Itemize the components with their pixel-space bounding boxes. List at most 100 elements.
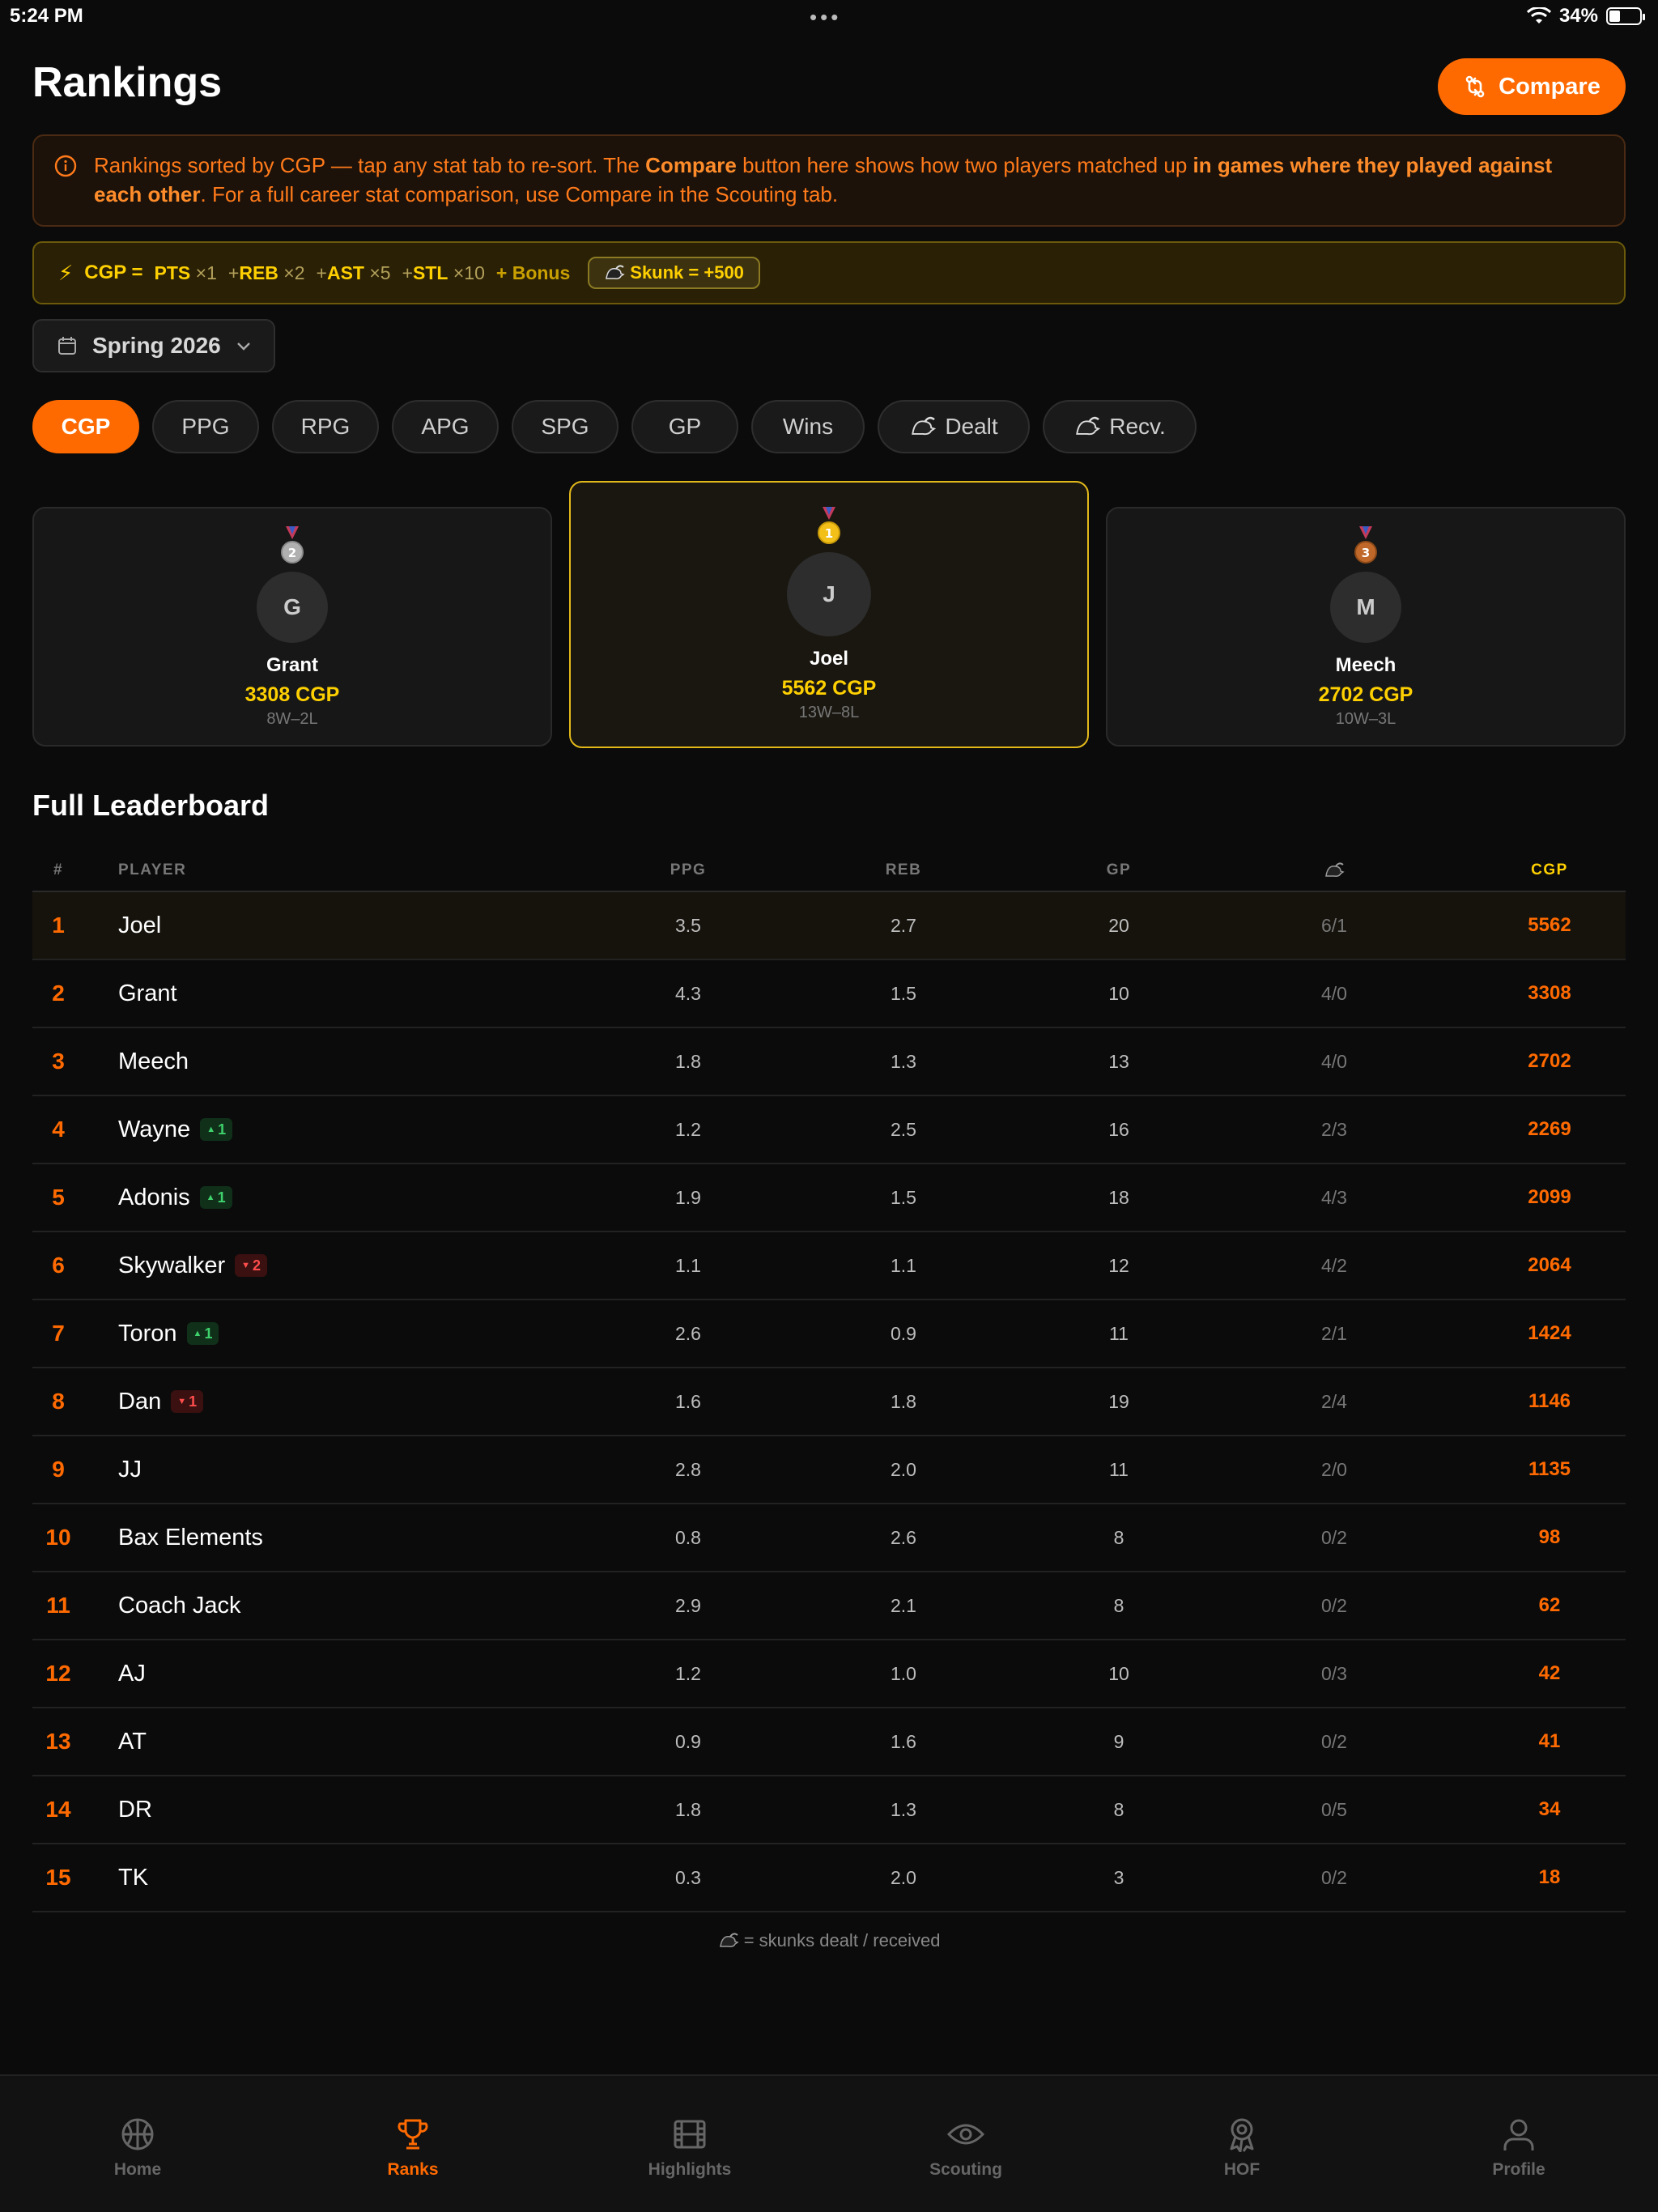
row-reb: 2.0 — [891, 1458, 916, 1480]
arrow-down-icon: ▼ — [241, 1261, 251, 1270]
rank-change-badge: ▲ 1 — [186, 1322, 219, 1345]
row-reb: 1.0 — [891, 1662, 916, 1684]
tab-gp[interactable]: GP — [631, 400, 738, 453]
row-player: Bax Elements — [118, 1504, 263, 1571]
row-reb: 1.6 — [891, 1730, 916, 1752]
tab-ppg[interactable]: PPG — [152, 400, 259, 453]
table-row[interactable]: 8 Dan ▼ 1 1.6 1.8 19 2/4 1146 — [32, 1368, 1626, 1436]
arrow-up-icon: ▲ — [206, 1193, 215, 1202]
row-rank: 6 — [52, 1253, 65, 1278]
table-row[interactable]: 12 AJ 1.2 1.0 10 0/3 42 — [32, 1640, 1626, 1708]
row-cgp: 2064 — [1528, 1254, 1571, 1276]
compare-label: Compare — [1499, 73, 1601, 100]
trophy-icon — [397, 2119, 428, 2150]
row-skunks: 4/0 — [1321, 1050, 1347, 1072]
row-gp: 10 — [1108, 982, 1129, 1004]
multitask-dots-icon[interactable]: ••• — [810, 5, 841, 30]
table-row[interactable]: 6 Skywalker ▼ 2 1.1 1.1 12 4/2 2064 — [32, 1232, 1626, 1300]
table-row[interactable]: 9 JJ 2.8 2.0 11 2/0 1135 — [32, 1436, 1626, 1504]
table-row[interactable]: 14 DR 1.8 1.3 8 0/5 34 — [32, 1776, 1626, 1844]
row-ppg: 1.1 — [675, 1254, 701, 1276]
podium-player-record: 13W–8L — [798, 704, 860, 721]
compare-button[interactable]: Compare — [1438, 58, 1626, 115]
tab-wins[interactable]: Wins — [751, 400, 865, 453]
row-gp: 20 — [1108, 914, 1129, 936]
row-ppg: 0.3 — [675, 1866, 701, 1888]
info-banner: Rankings sorted by CGP — tap any stat ta… — [32, 134, 1626, 227]
row-skunks: 0/2 — [1321, 1526, 1347, 1548]
table-row[interactable]: 2 Grant 4.3 1.5 10 4/0 3308 — [32, 960, 1626, 1028]
formula-bonus: + Bonus — [495, 262, 571, 283]
header-reb[interactable]: REB — [823, 850, 984, 891]
row-gp: 18 — [1108, 1186, 1129, 1208]
leaderboard-header: # PLAYER PPG REB GP CGP — [32, 850, 1626, 892]
row-rank: 2 — [52, 981, 65, 1006]
row-player: Adonis ▲ 1 — [118, 1164, 232, 1231]
player-name: Grant — [118, 980, 177, 1006]
rank-change-badge: ▲ 1 — [200, 1118, 233, 1141]
info-bold-compare: Compare — [645, 153, 737, 177]
table-row[interactable]: 5 Adonis ▲ 1 1.9 1.5 18 4/3 2099 — [32, 1164, 1626, 1232]
nav-hof[interactable]: HOF — [1161, 2116, 1323, 2180]
row-ppg: 1.8 — [675, 1798, 701, 1820]
formula-term: PTS ×1 — [154, 262, 217, 283]
player-name: Joel — [118, 912, 162, 938]
status-time: 5:24 PM — [10, 5, 83, 27]
tab-received[interactable]: Recv. — [1043, 400, 1197, 453]
player-name: Skywalker — [118, 1252, 226, 1278]
row-player: Joel — [118, 892, 161, 959]
eye-icon — [946, 2124, 985, 2145]
svg-text:3: 3 — [1362, 546, 1370, 560]
nav-profile[interactable]: Profile — [1438, 2116, 1600, 2180]
podium-card-third[interactable]: 3 M Meech 2702 CGP 10W–3L — [1106, 507, 1626, 747]
row-player: Meech — [118, 1028, 189, 1095]
tab-apg[interactable]: APG — [392, 400, 499, 453]
award-ribbon-icon — [1230, 2118, 1254, 2152]
status-bar: 5:24 PM ••• 34% — [0, 0, 1658, 32]
row-rank: 4 — [52, 1117, 65, 1142]
table-row[interactable]: 10 Bax Elements 0.8 2.6 8 0/2 98 — [32, 1504, 1626, 1572]
table-row[interactable]: 3 Meech 1.8 1.3 13 4/0 2702 — [32, 1028, 1626, 1096]
nav-ranks[interactable]: Ranks — [332, 2116, 494, 2180]
nav-highlights[interactable]: Highlights — [609, 2116, 771, 2180]
row-cgp: 41 — [1538, 1730, 1561, 1752]
calendar-icon — [58, 337, 76, 355]
row-ppg: 2.6 — [675, 1322, 701, 1344]
podium-player-name: Meech — [1335, 654, 1397, 676]
season-select[interactable]: Spring 2026 — [32, 319, 275, 372]
podium-card-second[interactable]: 2 G Grant 3308 CGP 8W–2L — [32, 507, 552, 747]
lightning-icon: ⚡ — [58, 260, 74, 285]
tab-cgp[interactable]: CGP — [32, 400, 139, 453]
row-gp: 10 — [1108, 1662, 1129, 1684]
row-skunks: 2/0 — [1321, 1458, 1347, 1480]
tab-dealt[interactable]: Dealt — [878, 400, 1030, 453]
row-reb: 2.1 — [891, 1594, 916, 1616]
podium-player-cgp: 5562 CGP — [781, 677, 877, 700]
table-row[interactable]: 13 AT 0.9 1.6 9 0/2 41 — [32, 1708, 1626, 1776]
info-text-2: button here shows how two players matche… — [736, 153, 1193, 177]
row-player: Skywalker ▼ 2 — [118, 1232, 268, 1299]
row-gp: 8 — [1113, 1594, 1124, 1616]
nav-home[interactable]: Home — [57, 2116, 219, 2180]
row-ppg: 2.9 — [675, 1594, 701, 1616]
nav-scouting[interactable]: Scouting — [885, 2116, 1047, 2180]
header-gp[interactable]: GP — [1038, 850, 1200, 891]
season-label: Spring 2026 — [92, 333, 221, 358]
tab-spg[interactable]: SPG — [512, 400, 619, 453]
table-row[interactable]: 7 Toron ▲ 1 2.6 0.9 11 2/1 1424 — [32, 1300, 1626, 1368]
battery-percent: 34% — [1558, 5, 1598, 27]
row-reb: 1.1 — [891, 1254, 916, 1276]
podium-player-record: 8W–2L — [266, 710, 318, 728]
table-row[interactable]: 4 Wayne ▲ 1 1.2 2.5 16 2/3 2269 — [32, 1096, 1626, 1164]
header-skunks[interactable] — [1253, 850, 1415, 891]
row-gp: 8 — [1113, 1798, 1124, 1820]
skunk-icon — [719, 1933, 739, 1947]
header-ppg[interactable]: PPG — [607, 850, 769, 891]
table-row[interactable]: 15 TK 0.3 2.0 3 0/2 18 — [32, 1844, 1626, 1912]
tab-rpg[interactable]: RPG — [272, 400, 379, 453]
table-row[interactable]: 1 Joel 3.5 2.7 20 6/1 5562 — [32, 892, 1626, 960]
header-cgp[interactable]: CGP — [1469, 850, 1630, 891]
podium-card-first[interactable]: 1 J Joel 5562 CGP 13W–8L — [569, 481, 1089, 748]
table-row[interactable]: 11 Coach Jack 2.9 2.1 8 0/2 62 — [32, 1572, 1626, 1640]
bronze-medal-icon: 3 — [1354, 526, 1377, 564]
